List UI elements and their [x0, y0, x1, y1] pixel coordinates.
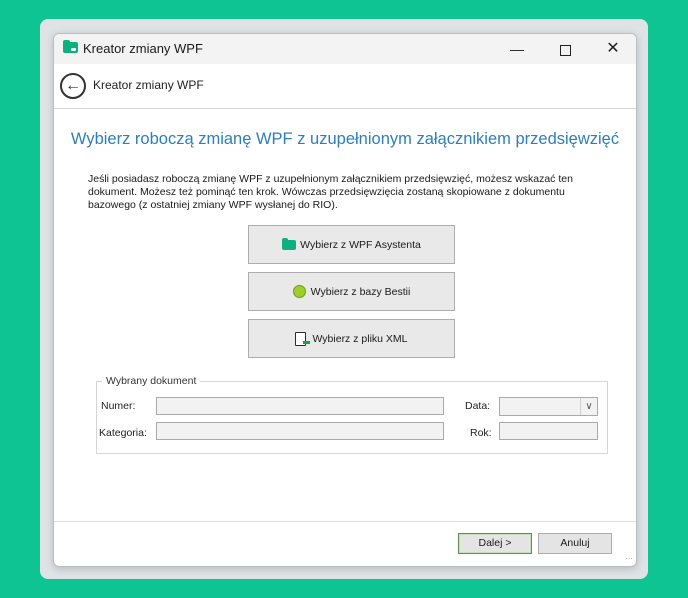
date-picker[interactable]: ∨: [499, 397, 598, 416]
numer-label: Numer:: [101, 400, 136, 412]
button-label: Wybierz z pliku XML: [312, 332, 408, 345]
numer-field[interactable]: [156, 397, 444, 415]
rok-field[interactable]: [499, 422, 598, 440]
rok-label: Rok:: [470, 427, 492, 439]
selected-document-group: [96, 381, 608, 454]
footer-divider: [54, 521, 636, 522]
header-title: Kreator zmiany WPF: [93, 78, 204, 92]
next-button[interactable]: Dalej >: [458, 533, 532, 554]
wizard-header: ← Kreator zmiany WPF: [54, 64, 636, 109]
wizard-window: Kreator zmiany WPF — ✕ ← Kreator zmiany …: [53, 33, 637, 567]
resize-grip-icon[interactable]: ⋯: [625, 555, 633, 563]
maximize-button[interactable]: [542, 34, 588, 64]
minimize-button[interactable]: —: [494, 34, 540, 64]
selected-document-legend: Wybrany dokument: [102, 375, 201, 387]
cancel-button[interactable]: Anuluj: [538, 533, 612, 554]
window-title: Kreator zmiany WPF: [83, 41, 203, 56]
back-arrow-icon[interactable]: ←: [60, 73, 86, 99]
close-icon: ✕: [606, 40, 620, 57]
xml-file-import-icon: [295, 331, 311, 346]
data-label: Data:: [465, 400, 491, 412]
title-bar[interactable]: Kreator zmiany WPF — ✕: [54, 34, 636, 64]
button-label: Wybierz z WPF Asystenta: [300, 238, 421, 251]
button-label: Wybierz z bazy Bestii: [310, 285, 411, 298]
maximize-icon: [559, 44, 571, 56]
wpf-folder-icon: [63, 40, 78, 53]
minimize-icon: —: [510, 41, 524, 57]
chevron-down-icon[interactable]: ∨: [580, 398, 597, 415]
select-from-xml-button[interactable]: Wybierz z pliku XML: [248, 319, 455, 358]
wpf-folder-icon: [282, 237, 297, 250]
kategoria-label: Kategoria:: [99, 427, 147, 439]
select-from-wpf-asystent-button[interactable]: Wybierz z WPF Asystenta: [248, 225, 455, 264]
description-text: Jeśli posiadasz roboczą zmianę WPF z uzu…: [88, 173, 573, 211]
kategoria-field[interactable]: [156, 422, 444, 440]
bestia-ball-icon: [292, 285, 306, 298]
select-from-bestia-button[interactable]: Wybierz z bazy Bestii: [248, 272, 455, 311]
close-button[interactable]: ✕: [590, 34, 636, 64]
page-title: Wybierz roboczą zmianę WPF z uzupełniony…: [70, 130, 620, 148]
